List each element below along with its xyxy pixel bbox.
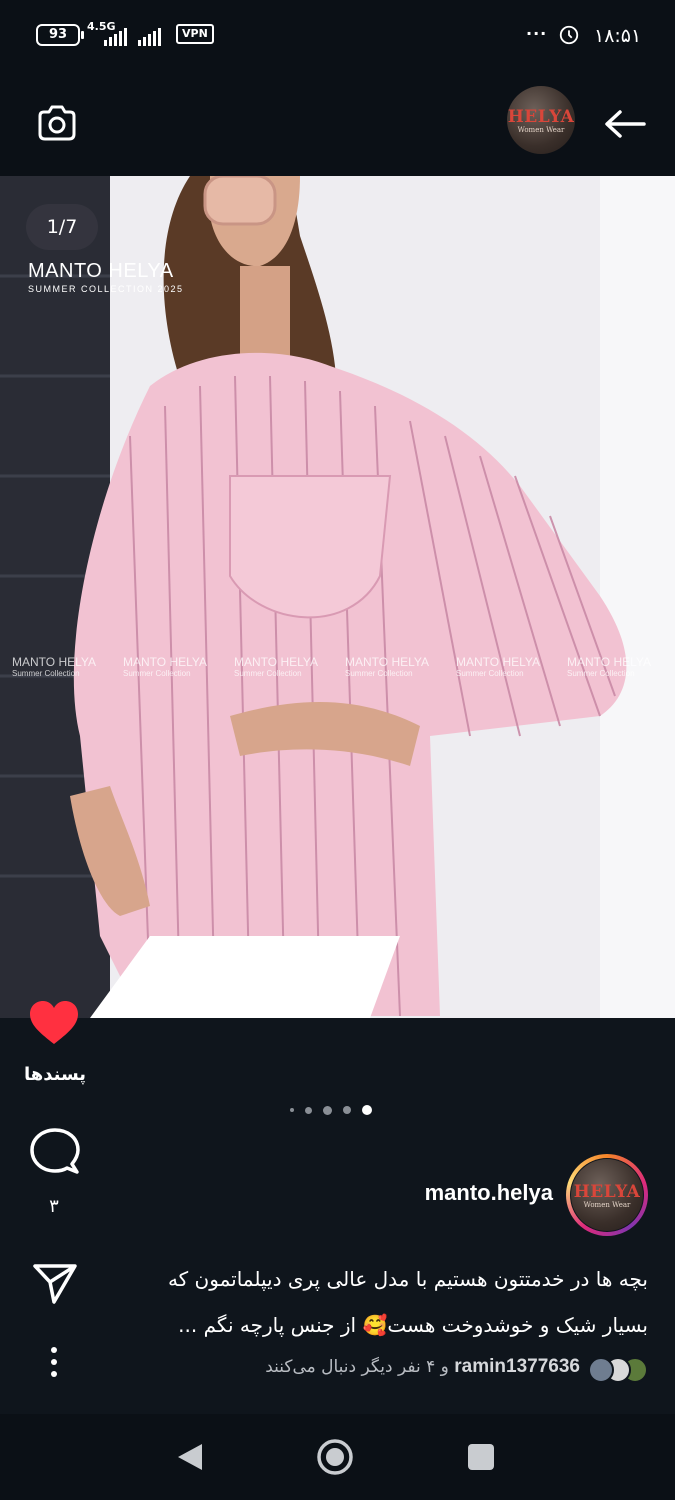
watermark-title: MANTO HELYA <box>12 655 97 669</box>
pager-dot <box>305 1106 312 1114</box>
watermark: MANTO HELYA Summer Collection <box>234 655 345 678</box>
battery-indicator: 93 <box>36 24 84 46</box>
post-username[interactable]: manto.helya <box>360 1180 553 1206</box>
profile-avatar[interactable]: HELYA Women Wear <box>507 86 575 154</box>
signal-icon-2 <box>138 28 161 46</box>
watermark-subtitle: Summer Collection <box>456 669 524 678</box>
caption-line-1: بچه ها در خدمتتون هستیم با مدل عالی پری … <box>167 1267 648 1291</box>
post-caption[interactable]: بچه ها در خدمتتون هستیم با مدل عالی پری … <box>100 1256 648 1348</box>
brand-subtitle: SUMMER COLLECTION 2025 <box>28 284 184 294</box>
arrow-back-icon[interactable] <box>602 108 648 140</box>
post-avatar[interactable]: HELYA Women Wear <box>571 1159 643 1231</box>
watermark-title: MANTO HELYA <box>234 655 319 669</box>
brand-title: MANTO HELYA <box>28 260 174 282</box>
pager-dot <box>323 1105 332 1115</box>
watermark: MANTO HELYA Summer Collection <box>12 655 123 678</box>
watermark-title: MANTO HELYA <box>123 655 208 669</box>
pager-dot <box>343 1106 351 1114</box>
followed-by[interactable]: ramin1377636 و ۴ نفر دیگر دنبال می‌کنند <box>236 1356 580 1378</box>
image-counter: 1/7 <box>26 204 98 250</box>
heart-icon[interactable] <box>28 1000 80 1046</box>
watermark-subtitle: Summer Collection <box>123 669 191 678</box>
watermark-title: MANTO HELYA <box>456 655 541 669</box>
vpn-badge: VPN <box>176 24 214 44</box>
send-icon[interactable] <box>32 1262 78 1304</box>
carousel-pager <box>290 1104 372 1116</box>
follower-text: و ۴ نفر دیگر دنبال می‌کنند <box>265 1357 455 1377</box>
pager-dot-active <box>362 1105 372 1115</box>
watermark-subtitle: Summer Collection <box>234 669 302 678</box>
brand-watermark: MANTO HELYA SUMMER COLLECTION 2025 <box>28 260 184 294</box>
watermark-subtitle: Summer Collection <box>345 669 413 678</box>
watermark-subtitle: Summer Collection <box>12 669 80 678</box>
comment-count: ۳ <box>49 1196 59 1217</box>
watermark-subtitle: Summer Collection <box>567 669 635 678</box>
watermark-row: MANTO HELYA Summer Collection MANTO HELYA… <box>12 655 675 678</box>
watermark: MANTO HELYA Summer Collection <box>345 655 456 678</box>
nav-home-icon[interactable] <box>316 1438 354 1476</box>
avatar-logo-sub: Women Wear <box>583 1200 631 1209</box>
watermark: MANTO HELYA Summer Collection <box>456 655 567 678</box>
follower-avatar <box>588 1357 614 1383</box>
status-overflow-icon: ··· <box>526 24 548 43</box>
post-image[interactable] <box>0 176 675 1018</box>
avatar-logo-sub: Women Wear <box>517 125 565 134</box>
follower-name[interactable]: ramin1377636 <box>454 1356 580 1377</box>
clock: ۱۸:۵۱ <box>594 25 642 47</box>
watermark-title: MANTO HELYA <box>345 655 430 669</box>
avatar-logo: HELYA <box>507 106 575 127</box>
caption-line-2: بسیار شیک و خوشدوخت هست🥰 از جنس پارچه نگ… <box>178 1313 648 1337</box>
follower-avatars <box>588 1357 648 1383</box>
pager-dot <box>290 1108 294 1112</box>
likes-label[interactable]: پسندها <box>24 1064 86 1085</box>
watermark: MANTO HELYA Summer Collection <box>123 655 234 678</box>
nav-back-icon[interactable] <box>176 1442 204 1472</box>
alarm-icon <box>559 25 579 45</box>
more-vertical-icon[interactable] <box>46 1346 62 1378</box>
avatar-logo: HELYA <box>573 1181 641 1202</box>
comment-icon[interactable] <box>30 1128 80 1176</box>
camera-icon[interactable] <box>36 104 78 144</box>
product-photo <box>0 176 675 1018</box>
nav-recent-icon[interactable] <box>468 1444 494 1470</box>
watermark-title: MANTO HELYA <box>567 655 652 669</box>
watermark: MANTO HELYA Summer Collection <box>567 655 675 678</box>
signal-icon <box>104 28 127 46</box>
